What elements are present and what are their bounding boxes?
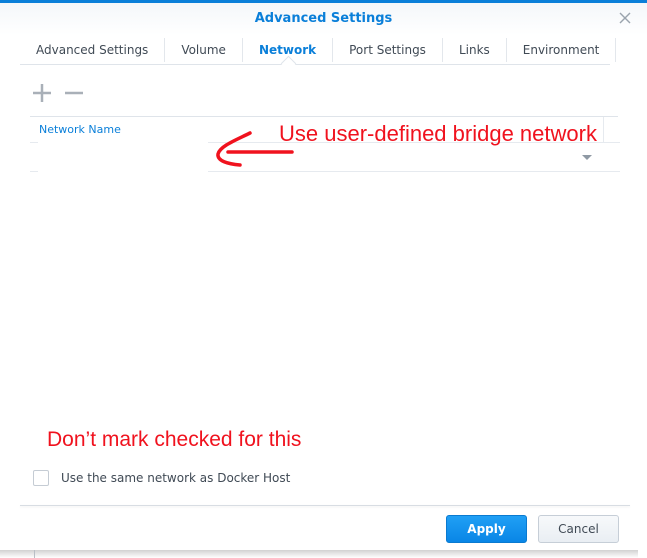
tab-links[interactable]: Links [443, 38, 507, 62]
footer-divider [20, 505, 630, 506]
row-divider [30, 142, 38, 143]
apply-button[interactable]: Apply [446, 515, 527, 543]
column-header-network-name[interactable]: Network Name [39, 123, 121, 136]
same-network-checkbox[interactable] [33, 470, 49, 486]
minus-icon[interactable] [62, 82, 86, 104]
window-shadow [0, 550, 638, 558]
cancel-button[interactable]: Cancel [538, 515, 619, 543]
network-toolbar [30, 82, 86, 104]
plus-icon[interactable] [30, 82, 54, 104]
tab-label: Port Settings [349, 43, 426, 57]
same-network-label[interactable]: Use the same network as Docker Host [61, 471, 290, 485]
tab-advanced-settings[interactable]: Advanced Settings [20, 38, 166, 62]
column-separator [603, 117, 604, 142]
close-icon[interactable] [617, 10, 633, 26]
table-header-border [30, 116, 618, 117]
tab-port-settings[interactable]: Port Settings [333, 38, 443, 62]
tab-volume[interactable]: Volume [165, 38, 243, 62]
background-divider [34, 550, 35, 558]
active-tab-indicator [280, 55, 296, 72]
tab-label: Links [458, 43, 490, 57]
tab-label: Volume [181, 43, 226, 57]
tab-label: Advanced Settings [36, 43, 149, 57]
title-bar: Advanced Settings [0, 3, 647, 35]
annotation-bottom: Don’t mark checked for this [47, 428, 302, 451]
tab-label: Environment [522, 43, 600, 57]
row-divider [30, 171, 38, 172]
chevron-down-icon[interactable] [582, 155, 592, 160]
annotation-top: Use user-defined bridge network [279, 121, 597, 146]
tab-network[interactable]: Network [243, 38, 334, 72]
tab-environment[interactable]: Environment [507, 38, 617, 62]
window-title: Advanced Settings [254, 11, 393, 26]
tab-bar: Advanced Settings Volume Network Port Se… [20, 36, 617, 72]
